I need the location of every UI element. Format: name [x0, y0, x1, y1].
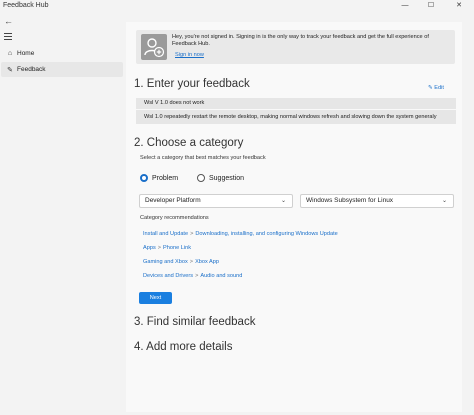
recommendation-link[interactable]: Apps > Phone Link — [143, 245, 191, 251]
chevron-down-icon: ⌄ — [280, 198, 286, 204]
category-value: Developer Platform — [145, 197, 201, 204]
maximize-button[interactable]: ☐ — [418, 0, 444, 11]
nav-item-label: Feedback — [17, 66, 46, 73]
category-recommendations-label: Category recommendations — [140, 215, 209, 221]
back-arrow-icon[interactable]: ← — [4, 16, 13, 26]
next-button[interactable]: Next — [139, 292, 172, 304]
chevron-down-icon: ⌄ — [441, 198, 447, 204]
hamburger-icon[interactable] — [4, 33, 12, 40]
step-1-title: 1. Enter your feedback — [134, 78, 250, 90]
edit-button[interactable]: ✎ Edit — [428, 85, 444, 91]
subcategory-dropdown[interactable]: Windows Subsystem for Linux ⌄ — [300, 194, 454, 208]
title-bar: Feedback Hub — ☐ ✕ — [0, 0, 474, 11]
home-icon: ⌂ — [7, 50, 13, 57]
sign-in-banner: Hey, you're not signed in. Signing in is… — [136, 30, 455, 64]
feedback-description: Wsl 1.0 repeatedly restart the remote de… — [136, 110, 456, 124]
window-title: Feedback Hub — [3, 2, 49, 9]
radio-label: Suggestion — [209, 174, 245, 182]
step-3-title[interactable]: 3. Find similar feedback — [134, 316, 255, 328]
category-instructions: Select a category that best matches your… — [140, 155, 266, 161]
step-4-title[interactable]: 4. Add more details — [134, 341, 232, 353]
feedback-summary: Wsl V 1.0 does not work — [136, 98, 456, 109]
sign-in-message: Hey, you're not signed in. Signing in is… — [172, 34, 429, 47]
sign-in-link[interactable]: Sign in now — [175, 52, 204, 58]
radio-suggestion[interactable]: Suggestion — [197, 174, 244, 182]
recommendation-link[interactable]: Install and Update > Downloading, installi… — [143, 231, 338, 237]
step-2-title: 2. Choose a category — [134, 137, 244, 149]
radio-button[interactable] — [197, 174, 205, 182]
add-person-icon — [144, 38, 165, 58]
avatar — [141, 34, 167, 60]
recommendation-link[interactable]: Devices and Drivers > Audio and sound — [143, 273, 242, 279]
nav-item-home[interactable]: ⌂ Home — [1, 46, 123, 61]
category-dropdown[interactable]: Developer Platform ⌄ — [139, 194, 293, 208]
main-content: Hey, you're not signed in. Signing in is… — [126, 22, 462, 412]
nav-item-label: Home — [17, 50, 35, 57]
subcategory-value: Windows Subsystem for Linux — [306, 197, 394, 204]
radio-problem[interactable]: Problem — [140, 174, 178, 182]
minimize-button[interactable]: — — [392, 0, 418, 11]
radio-label: Problem — [152, 174, 179, 182]
radio-button-selected[interactable] — [140, 174, 148, 182]
feedback-icon: ✎ — [7, 66, 13, 74]
nav-item-feedback[interactable]: ✎ Feedback — [1, 62, 123, 77]
recommendation-link[interactable]: Gaming and Xbox > Xbox App — [143, 259, 219, 265]
close-button[interactable]: ✕ — [446, 0, 472, 11]
